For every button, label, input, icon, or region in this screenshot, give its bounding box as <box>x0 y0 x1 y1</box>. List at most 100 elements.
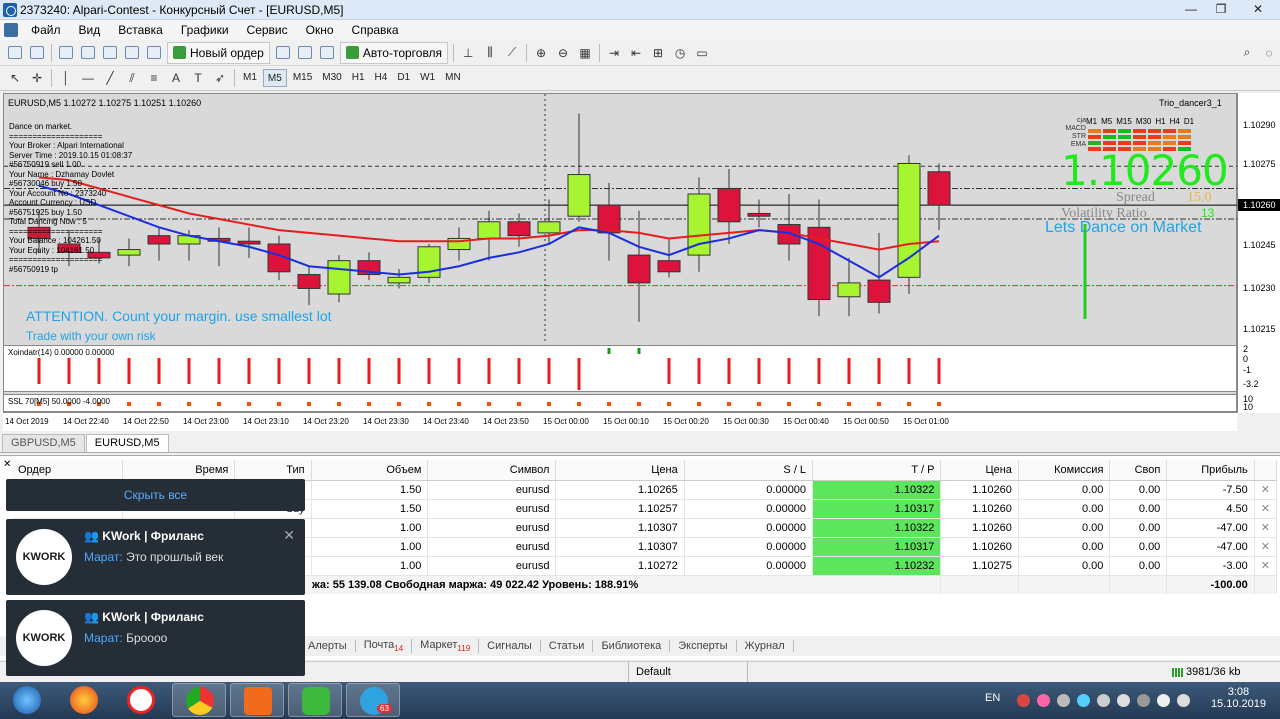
candle-body[interactable] <box>297 274 321 289</box>
column-header[interactable]: Время <box>122 460 236 481</box>
indicators-icon[interactable]: ⊞ <box>647 43 669 63</box>
timeframe-m5[interactable]: M5 <box>262 69 287 87</box>
candle-body[interactable] <box>837 282 861 298</box>
candlestick-icon[interactable]: ⫼ <box>479 43 501 63</box>
close-order-icon[interactable]: ✕ <box>1254 480 1278 500</box>
close-order-icon[interactable]: ✕ <box>1254 518 1278 538</box>
column-header[interactable]: Своп <box>1109 460 1168 481</box>
menu-help[interactable]: Справка <box>343 23 408 37</box>
candle-body[interactable] <box>747 212 771 217</box>
trendline-icon[interactable]: ╱ <box>99 68 121 88</box>
periods-icon[interactable]: ◷ <box>669 43 691 63</box>
market-watch-icon[interactable] <box>55 43 77 63</box>
terminal-tab[interactable]: Сигналы <box>479 640 541 652</box>
menu-charts[interactable]: Графики <box>172 23 238 37</box>
timeframe-m30[interactable]: M30 <box>318 69 345 87</box>
menu-insert[interactable]: Вставка <box>109 23 172 37</box>
terminal-tab[interactable]: Статьи <box>541 640 594 652</box>
metaeditor-icon[interactable] <box>272 43 294 63</box>
terminal-tab[interactable]: Алерты <box>300 640 356 652</box>
candle-body[interactable] <box>927 171 951 206</box>
fibonacci-icon[interactable]: ≡ <box>143 68 165 88</box>
candle-body[interactable] <box>567 174 591 217</box>
tray-icon[interactable] <box>1057 694 1070 707</box>
candle-body[interactable] <box>897 162 921 278</box>
maximize-button[interactable]: ❐ <box>1206 0 1236 20</box>
candle-body[interactable] <box>537 221 561 234</box>
tray-icon[interactable] <box>1077 694 1090 707</box>
community-icon[interactable] <box>294 43 316 63</box>
volume-icon[interactable] <box>1177 694 1190 707</box>
column-header[interactable]: Цена <box>555 460 685 481</box>
menu-file[interactable]: Файл <box>22 23 70 37</box>
minimize-button[interactable]: — <box>1176 0 1206 20</box>
candle-body[interactable] <box>327 260 351 295</box>
close-order-icon[interactable]: ✕ <box>1254 499 1278 519</box>
terminal-tab[interactable]: Эксперты <box>670 640 737 652</box>
tab-eurusd[interactable]: EURUSD,M5 <box>85 434 169 452</box>
auto-scroll-icon[interactable]: ⇥ <box>603 43 625 63</box>
arrows-icon[interactable]: ➶ <box>209 68 231 88</box>
tab-gbpusd[interactable]: GBPUSD,M5 <box>2 434 85 452</box>
column-header[interactable]: Символ <box>427 460 557 481</box>
zoom-out-icon[interactable]: ⊖ <box>552 43 574 63</box>
candle-body[interactable] <box>657 260 681 273</box>
vertical-line-icon[interactable]: │ <box>55 68 77 88</box>
candle-body[interactable] <box>147 235 171 245</box>
timeframe-m15[interactable]: M15 <box>289 69 316 87</box>
templates-icon[interactable]: ▭ <box>691 43 713 63</box>
menu-tools[interactable]: Сервис <box>238 23 297 37</box>
tile-windows-icon[interactable]: ▦ <box>574 43 596 63</box>
zoom-in-icon[interactable]: ⊕ <box>530 43 552 63</box>
horizontal-line-icon[interactable]: — <box>77 68 99 88</box>
notification-card[interactable]: KWORK 👥 KWork | Фриланс Марат: Броооо <box>6 600 305 676</box>
chart-shift-icon[interactable]: ⇤ <box>625 43 647 63</box>
tray-icon[interactable] <box>1157 694 1170 707</box>
cursor-icon[interactable]: ↖ <box>4 68 26 88</box>
profiles-icon[interactable] <box>26 43 48 63</box>
taskbar-freelance-app[interactable] <box>230 683 284 717</box>
candle-body[interactable] <box>717 187 741 223</box>
tray-icon[interactable] <box>1097 694 1110 707</box>
data-window-icon[interactable] <box>77 43 99 63</box>
candle-body[interactable] <box>477 221 501 239</box>
taskbar-clock[interactable]: 3:08 15.10.2019 <box>1211 686 1266 710</box>
timeframe-h4[interactable]: H4 <box>371 69 392 87</box>
start-button[interactable] <box>0 683 54 717</box>
tray-icon[interactable] <box>1017 694 1030 707</box>
language-indicator[interactable]: EN <box>985 692 1000 704</box>
autotrading-button[interactable]: Авто-торговля <box>339 41 449 64</box>
terminal-close-icon[interactable]: ✕ <box>3 459 11 470</box>
column-header[interactable]: Комиссия <box>1018 460 1111 481</box>
column-header[interactable]: Ордер <box>12 460 124 481</box>
search-icon[interactable]: ⌕ <box>1236 43 1258 63</box>
text-label-icon[interactable]: T <box>187 68 209 88</box>
timeframe-w1[interactable]: W1 <box>416 69 439 87</box>
signals-icon[interactable] <box>316 43 338 63</box>
taskbar-telegram[interactable]: 63 <box>346 683 400 717</box>
timeframe-d1[interactable]: D1 <box>393 69 414 87</box>
ssl-subwindow[interactable]: SSL 70[M5] 50.0000 -4.0000 <box>3 394 1237 412</box>
profile-name[interactable]: Default <box>628 662 748 683</box>
candle-body[interactable] <box>867 279 891 303</box>
taskbar-chrome[interactable] <box>172 683 226 717</box>
candle-body[interactable] <box>597 204 621 234</box>
tester-icon[interactable] <box>143 43 165 63</box>
line-chart-icon[interactable]: ⟋ <box>501 43 523 63</box>
terminal-tab[interactable]: Журнал <box>737 640 794 652</box>
notification-card[interactable]: KWORK 👥 KWork | Фриланс Марат: Это прошл… <box>6 519 305 595</box>
column-header[interactable]: Объем <box>311 460 429 481</box>
hide-all-notifications-button[interactable]: Скрыть все <box>6 479 305 511</box>
close-button[interactable]: ✕ <box>1236 0 1280 20</box>
candle-body[interactable] <box>387 276 411 284</box>
candle-body[interactable] <box>627 254 651 284</box>
close-order-icon[interactable]: ✕ <box>1254 537 1278 557</box>
notification-close-icon[interactable]: ✕ <box>283 527 295 544</box>
text-icon[interactable]: A <box>165 68 187 88</box>
column-header[interactable]: S / L <box>684 460 814 481</box>
terminal-icon[interactable] <box>121 43 143 63</box>
taskbar-firefox[interactable] <box>57 683 111 717</box>
candle-body[interactable] <box>237 240 261 245</box>
column-header[interactable]: Прибыль <box>1166 460 1255 481</box>
tray-icon[interactable] <box>1117 694 1130 707</box>
